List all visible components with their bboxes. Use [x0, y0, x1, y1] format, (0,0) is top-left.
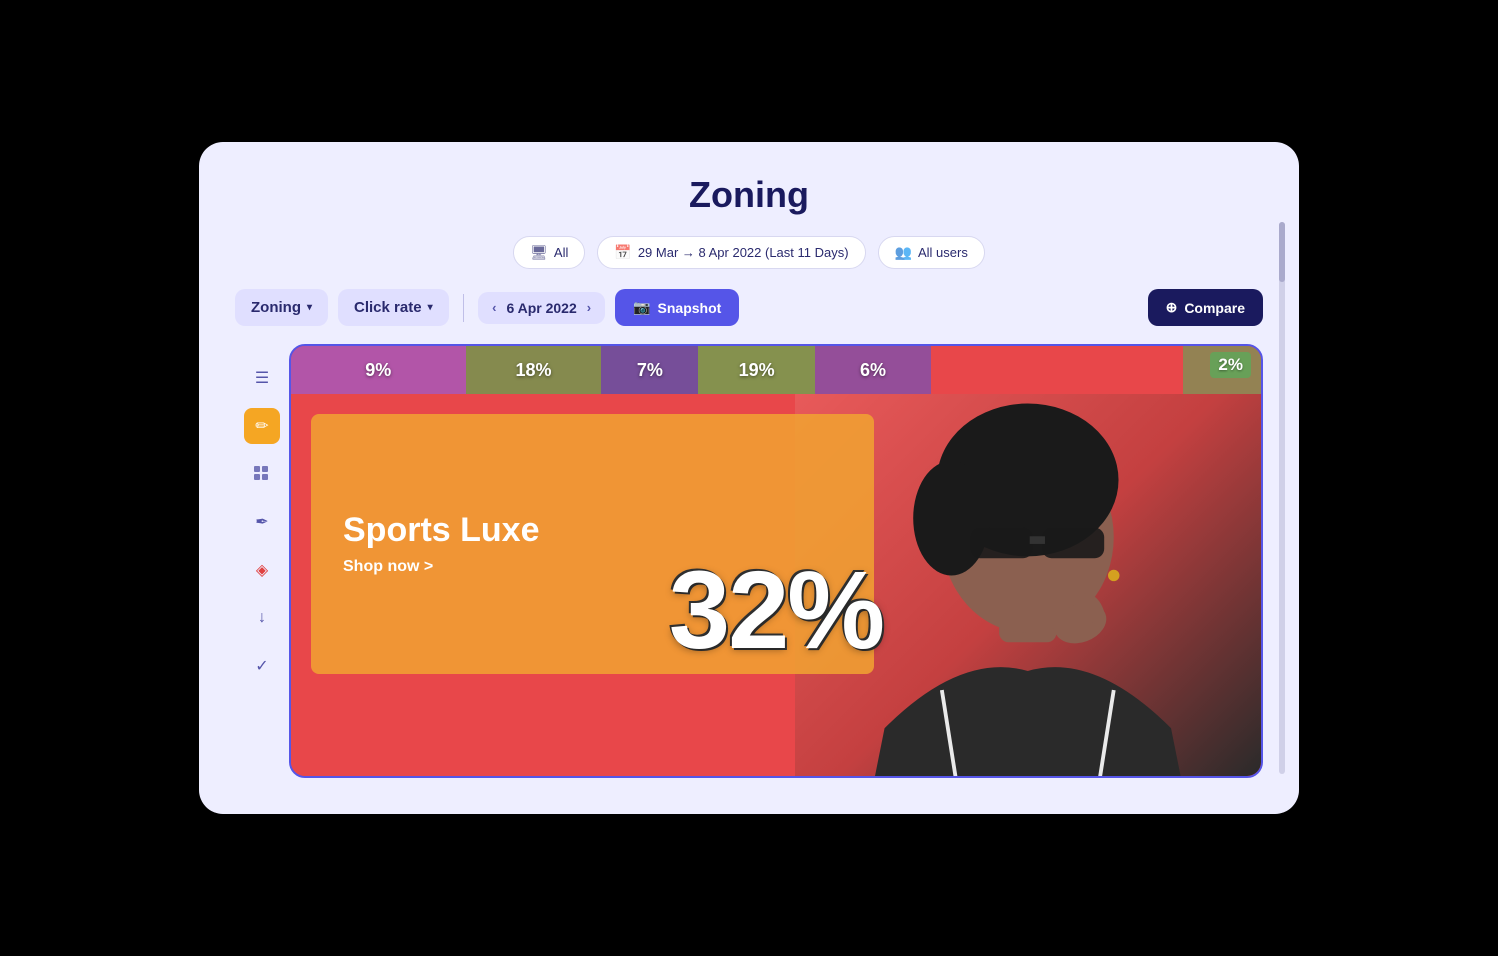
chevron-down-icon-2: ▾	[428, 302, 433, 313]
website-preview: 9% 18% 7% 19% 6%	[291, 346, 1261, 776]
zone-nav-4: 19%	[698, 346, 814, 394]
zone-nav-1: 9%	[291, 346, 466, 394]
pen-tool-button[interactable]: ✒	[244, 504, 280, 540]
hero-section: Sports Luxe Shop now > 32%	[291, 394, 1261, 776]
device-label: All	[554, 245, 568, 260]
zone-nav-3: 7%	[601, 346, 698, 394]
page-title: Zoning	[235, 174, 1263, 216]
heatmap-card: 9% 18% 7% 19% 6%	[289, 344, 1263, 778]
calendar-icon: 📅	[614, 244, 631, 261]
grid-icon	[253, 465, 271, 483]
zone-2-pct: 18%	[515, 360, 551, 381]
content-area: ☰ ✏ ✒ ◈ ↓ ✓ 9%	[235, 344, 1263, 778]
grid-tool-button[interactable]	[244, 456, 280, 492]
zone-5-pct: 6%	[860, 360, 886, 381]
side-tools-panel: ☰ ✏ ✒ ◈ ↓ ✓	[235, 344, 289, 778]
users-filter[interactable]: 👥 All users	[878, 236, 985, 269]
plus-circle-icon: ⊕	[1166, 299, 1178, 316]
metric-dropdown-label: Click rate	[354, 299, 422, 316]
promo-box: Sports Luxe Shop now >	[311, 414, 874, 674]
promo-title: Sports Luxe	[343, 512, 842, 549]
scrollbar-thumb[interactable]	[1279, 222, 1285, 282]
scrollbar[interactable]	[1279, 222, 1285, 774]
users-icon: 👥	[895, 244, 912, 261]
promo-link: Shop now >	[343, 558, 842, 576]
list-tool-button[interactable]: ☰	[244, 360, 280, 396]
check-tool-button[interactable]: ✓	[244, 648, 280, 684]
snapshot-button[interactable]: 📷 Snapshot	[615, 289, 739, 326]
eraser-tool-button[interactable]: ◈	[244, 552, 280, 588]
date-prev-button[interactable]: ‹	[492, 300, 496, 315]
date-current-label: 6 Apr 2022	[506, 300, 576, 316]
zone-nav-5: 6%	[815, 346, 931, 394]
zone-1-pct: 9%	[365, 360, 391, 381]
main-card: Zoning 🖥 All 📅 29 Mar → 8 Apr 2022 (Last…	[199, 142, 1299, 814]
toolbar-separator	[463, 294, 465, 322]
users-label: All users	[918, 245, 968, 260]
monitor-icon: 🖥	[530, 244, 548, 261]
device-filter[interactable]: 🖥 All	[513, 236, 585, 269]
zone-4-pct: 19%	[739, 360, 775, 381]
chevron-down-icon: ▾	[307, 302, 312, 313]
zone-3-pct: 7%	[637, 360, 663, 381]
snapshot-label: Snapshot	[658, 300, 722, 316]
compare-label: Compare	[1184, 300, 1245, 316]
metric-dropdown[interactable]: Click rate ▾	[338, 289, 449, 326]
nav-zones: 9% 18% 7% 19% 6%	[291, 346, 1261, 394]
zone-nav-6	[931, 346, 1183, 394]
date-navigator: ‹ 6 Apr 2022 ›	[478, 292, 605, 324]
camera-icon: 📷	[633, 299, 650, 316]
view-dropdown[interactable]: Zoning ▾	[235, 289, 328, 326]
filter-bar: 🖥 All 📅 29 Mar → 8 Apr 2022 (Last 11 Day…	[235, 236, 1263, 269]
compare-button[interactable]: ⊕ Compare	[1148, 289, 1263, 326]
pencil-tool-button[interactable]: ✏	[244, 408, 280, 444]
date-next-button[interactable]: ›	[587, 300, 591, 315]
view-dropdown-label: Zoning	[251, 299, 301, 316]
top-right-zone: 2%	[1210, 352, 1251, 378]
toolbar: Zoning ▾ Click rate ▾ ‹ 6 Apr 2022 › 📷 S…	[235, 289, 1263, 326]
date-filter[interactable]: 📅 29 Mar → 8 Apr 2022 (Last 11 Days)	[597, 236, 865, 269]
download-tool-button[interactable]: ↓	[244, 600, 280, 636]
zone-nav-2: 18%	[466, 346, 602, 394]
date-range-label: 29 Mar → 8 Apr 2022 (Last 11 Days)	[638, 245, 849, 260]
